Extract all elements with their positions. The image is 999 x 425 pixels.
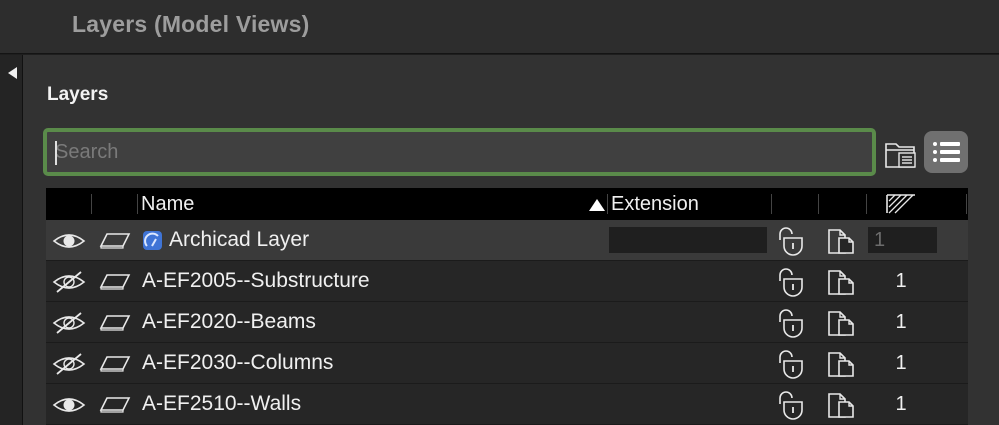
layer-name: A-EF2510--Walls (142, 392, 302, 415)
list-view-icon (933, 142, 960, 162)
search-input[interactable] (47, 132, 872, 172)
column-header-name[interactable]: Name (141, 193, 194, 216)
table-row[interactable]: A-EF2510--Walls 1 (46, 384, 968, 425)
column-separator[interactable] (91, 194, 92, 214)
column-separator[interactable] (607, 194, 608, 214)
layer-name: Archicad Layer (169, 228, 310, 251)
layer-plane-icon[interactable] (99, 313, 131, 331)
solid-box-icon[interactable] (825, 308, 857, 338)
table-row[interactable]: Archicad Layer 1 (46, 220, 968, 261)
collapse-strip[interactable] (0, 55, 23, 425)
layer-name: A-EF2030--Columns (142, 351, 334, 374)
column-separator[interactable] (137, 194, 138, 214)
column-separator[interactable] (866, 194, 867, 214)
eye-icon[interactable] (52, 230, 86, 252)
table-row[interactable]: A-EF2030--Columns 1 (46, 343, 968, 384)
new-folder-icon[interactable] (884, 138, 918, 170)
search-field[interactable] (43, 128, 876, 176)
layer-name: A-EF2020--Beams (142, 310, 316, 333)
eye-icon[interactable] (52, 394, 86, 416)
padlock-icon[interactable] (776, 349, 808, 379)
intersection-group-value[interactable]: 1 (872, 270, 930, 293)
column-separator[interactable] (771, 194, 772, 214)
solid-box-icon[interactable] (825, 390, 857, 420)
layer-plane-icon[interactable] (99, 231, 131, 249)
text-caret (55, 141, 57, 165)
padlock-icon[interactable] (776, 226, 808, 256)
column-header-extension[interactable]: Extension (611, 193, 699, 216)
layer-plane-icon[interactable] (99, 395, 131, 413)
padlock-icon[interactable] (776, 267, 808, 297)
table-row[interactable]: A-EF2020--Beams 1 (46, 302, 968, 343)
sort-ascending-icon[interactable] (589, 199, 605, 211)
extension-field[interactable] (609, 227, 767, 253)
column-separator[interactable] (818, 194, 819, 214)
intersection-group-value[interactable]: 1 (868, 229, 885, 252)
eye-slash-icon[interactable] (52, 353, 86, 375)
table-header: Name Extension (46, 188, 968, 220)
list-view-button[interactable] (924, 131, 968, 173)
table-row[interactable]: A-EF2005--Substructure 1 (46, 261, 968, 302)
layer-name: A-EF2005--Substructure (142, 269, 370, 292)
solid-box-icon[interactable] (825, 267, 857, 297)
intersection-group-icon[interactable] (884, 192, 918, 216)
eye-slash-icon[interactable] (52, 312, 86, 334)
padlock-icon[interactable] (776, 308, 808, 338)
solid-box-icon[interactable] (825, 226, 857, 256)
layer-plane-icon[interactable] (99, 272, 131, 290)
eye-slash-icon[interactable] (52, 271, 86, 293)
padlock-icon[interactable] (776, 390, 808, 420)
solid-box-icon[interactable] (825, 349, 857, 379)
layer-plane-icon[interactable] (99, 354, 131, 372)
intersection-group-value[interactable]: 1 (872, 352, 930, 375)
collapse-arrow-icon[interactable] (8, 67, 17, 79)
archicad-layer-icon (143, 231, 162, 250)
intersection-group-value[interactable]: 1 (872, 393, 930, 416)
section-title: Layers (47, 84, 109, 105)
window-titlebar: Layers (Model Views) (0, 0, 999, 54)
column-separator[interactable] (966, 194, 967, 214)
layers-table: Name Extension Archicad Layer 1 A-EF2005… (46, 188, 968, 425)
window-title: Layers (Model Views) (72, 11, 310, 37)
intersection-group-value[interactable]: 1 (872, 311, 930, 334)
